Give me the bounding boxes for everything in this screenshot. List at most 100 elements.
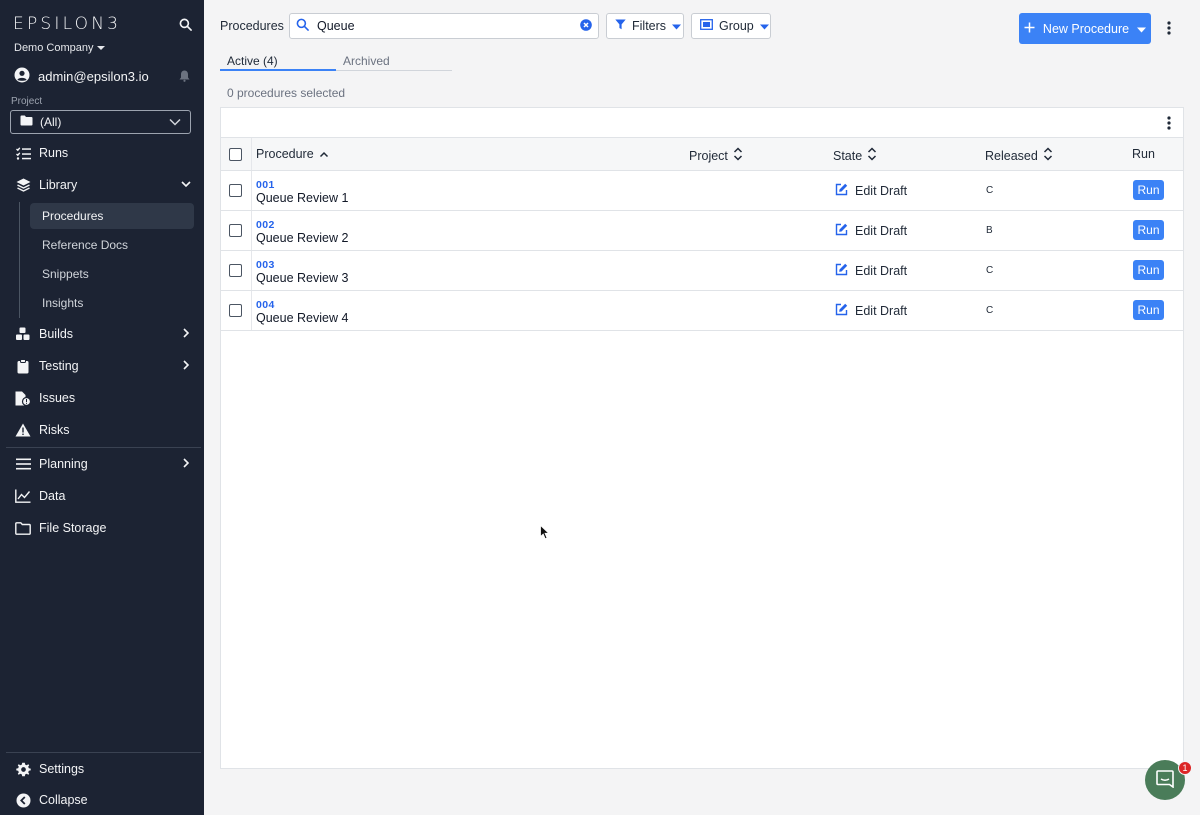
nav-data[interactable]: Data bbox=[0, 481, 204, 511]
edit-draft-link[interactable]: Edit Draft bbox=[835, 263, 907, 279]
user-menu[interactable]: admin@epsilon3.io bbox=[14, 67, 149, 86]
group-button[interactable]: Group bbox=[691, 13, 771, 39]
procedure-id-link[interactable]: 004 bbox=[256, 299, 275, 311]
collapse-left-icon bbox=[15, 792, 31, 808]
more-options-icon[interactable] bbox=[1163, 19, 1175, 37]
sidebar-item-reference-docs[interactable]: Reference Docs bbox=[30, 232, 194, 258]
state-label: Edit Draft bbox=[855, 264, 908, 278]
nav-issues-label: Issues bbox=[39, 391, 76, 405]
selection-status: 0 procedures selected bbox=[227, 86, 346, 100]
row-checkbox[interactable] bbox=[229, 224, 242, 237]
column-released-label: Released bbox=[985, 148, 1038, 163]
nav-collapse[interactable]: Collapse bbox=[0, 785, 204, 815]
new-procedure-button[interactable]: New Procedure bbox=[1019, 13, 1151, 44]
user-avatar-icon bbox=[14, 67, 30, 86]
released-value: B bbox=[986, 225, 993, 236]
sidebar-item-insights[interactable]: Insights bbox=[30, 290, 194, 316]
chevron-right-icon bbox=[180, 359, 192, 374]
nav-settings[interactable]: Settings bbox=[0, 754, 204, 784]
column-header-released[interactable]: Released bbox=[985, 147, 1053, 164]
caret-down-icon bbox=[1137, 22, 1147, 36]
procedure-id-link[interactable]: 001 bbox=[256, 179, 275, 191]
main-content: Procedures Filters Group New Procedure A… bbox=[204, 0, 1200, 815]
tab-archived[interactable]: Archived bbox=[343, 54, 390, 68]
column-header-project[interactable]: Project bbox=[689, 147, 743, 164]
warning-icon bbox=[15, 422, 31, 438]
group-icon bbox=[700, 19, 713, 33]
clipboard-icon bbox=[15, 358, 31, 374]
nav-planning[interactable]: Planning bbox=[0, 449, 204, 479]
run-button[interactable]: Run bbox=[1133, 260, 1164, 280]
nav-collapse-label: Collapse bbox=[39, 793, 88, 807]
state-label: Edit Draft bbox=[855, 304, 908, 318]
caret-down-icon bbox=[672, 19, 682, 33]
run-button[interactable]: Run bbox=[1133, 300, 1164, 320]
edit-draft-link[interactable]: Edit Draft bbox=[835, 223, 907, 239]
chevron-right-icon bbox=[180, 457, 192, 472]
sort-icon bbox=[867, 147, 877, 164]
user-email: admin@epsilon3.io bbox=[38, 68, 149, 84]
column-divider bbox=[251, 291, 252, 330]
column-procedure-label: Procedure bbox=[256, 147, 314, 161]
procedure-name: Queue Review 1 bbox=[256, 191, 349, 205]
search-input[interactable] bbox=[317, 19, 572, 33]
column-state-label: State bbox=[833, 148, 863, 163]
nav-risks-label: Risks bbox=[39, 423, 70, 437]
filter-icon bbox=[615, 19, 626, 33]
tab-active[interactable]: Active (4) bbox=[227, 54, 278, 68]
sort-icon bbox=[733, 147, 743, 164]
table-row: 004 Queue Review 4 Edit Draft C Run bbox=[221, 291, 1183, 331]
table-toolbar bbox=[221, 108, 1183, 138]
chevron-down-icon bbox=[169, 115, 181, 129]
sidebar: EPSILON3 Demo Company admin@epsilon3.io … bbox=[0, 0, 204, 815]
edit-icon bbox=[835, 263, 848, 279]
select-all-checkbox[interactable] bbox=[229, 148, 242, 161]
chat-icon bbox=[1156, 769, 1174, 791]
nav-risks[interactable]: Risks bbox=[0, 415, 204, 445]
nav-library[interactable]: Library bbox=[0, 170, 204, 200]
search-icon[interactable] bbox=[175, 14, 195, 34]
line-chart-icon bbox=[15, 488, 31, 504]
edit-icon bbox=[835, 223, 848, 239]
edit-draft-link[interactable]: Edit Draft bbox=[835, 183, 907, 199]
bell-icon[interactable] bbox=[174, 66, 194, 86]
row-checkbox[interactable] bbox=[229, 264, 242, 277]
nav-runs-label: Runs bbox=[39, 146, 69, 160]
filters-button[interactable]: Filters bbox=[606, 13, 684, 39]
nav-file-storage[interactable]: File Storage bbox=[0, 513, 204, 543]
sidebar-item-snippets[interactable]: Snippets bbox=[30, 261, 194, 287]
column-divider bbox=[251, 251, 252, 290]
search-box[interactable] bbox=[289, 13, 599, 39]
group-label: Group bbox=[719, 19, 754, 33]
column-project-label: Project bbox=[689, 148, 728, 163]
table-row: 002 Queue Review 2 Edit Draft B Run bbox=[221, 211, 1183, 251]
company-name: Demo Company bbox=[14, 42, 94, 54]
released-value: C bbox=[986, 305, 994, 316]
company-switcher[interactable]: Demo Company bbox=[14, 42, 106, 54]
column-header-procedure[interactable]: Procedure bbox=[256, 147, 329, 161]
procedure-id-link[interactable]: 003 bbox=[256, 259, 275, 271]
edit-draft-link[interactable]: Edit Draft bbox=[835, 303, 907, 319]
nav-issues[interactable]: Issues bbox=[0, 383, 204, 413]
nav-builds[interactable]: Builds bbox=[0, 319, 204, 349]
procedure-id-link[interactable]: 002 bbox=[256, 219, 275, 231]
project-label: Project bbox=[11, 96, 43, 107]
nav-testing[interactable]: Testing bbox=[0, 351, 204, 381]
nav-runs[interactable]: Runs bbox=[0, 138, 204, 168]
column-header-state[interactable]: State bbox=[833, 147, 877, 164]
table-options-icon[interactable] bbox=[1163, 114, 1175, 132]
column-run-label: Run bbox=[1132, 147, 1155, 161]
row-checkbox[interactable] bbox=[229, 304, 242, 317]
mouse-cursor-icon bbox=[540, 524, 550, 543]
list-check-icon bbox=[15, 145, 31, 161]
column-header-run: Run bbox=[1132, 147, 1155, 161]
row-checkbox[interactable] bbox=[229, 184, 242, 197]
project-select[interactable]: (All) bbox=[10, 110, 191, 134]
clear-search-icon[interactable] bbox=[580, 18, 592, 34]
run-button[interactable]: Run bbox=[1133, 220, 1164, 240]
caret-down-icon bbox=[97, 42, 106, 54]
run-button[interactable]: Run bbox=[1133, 180, 1164, 200]
project-select-value: (All) bbox=[40, 115, 62, 129]
layers-icon bbox=[15, 177, 31, 193]
sidebar-item-procedures[interactable]: Procedures bbox=[30, 203, 194, 229]
